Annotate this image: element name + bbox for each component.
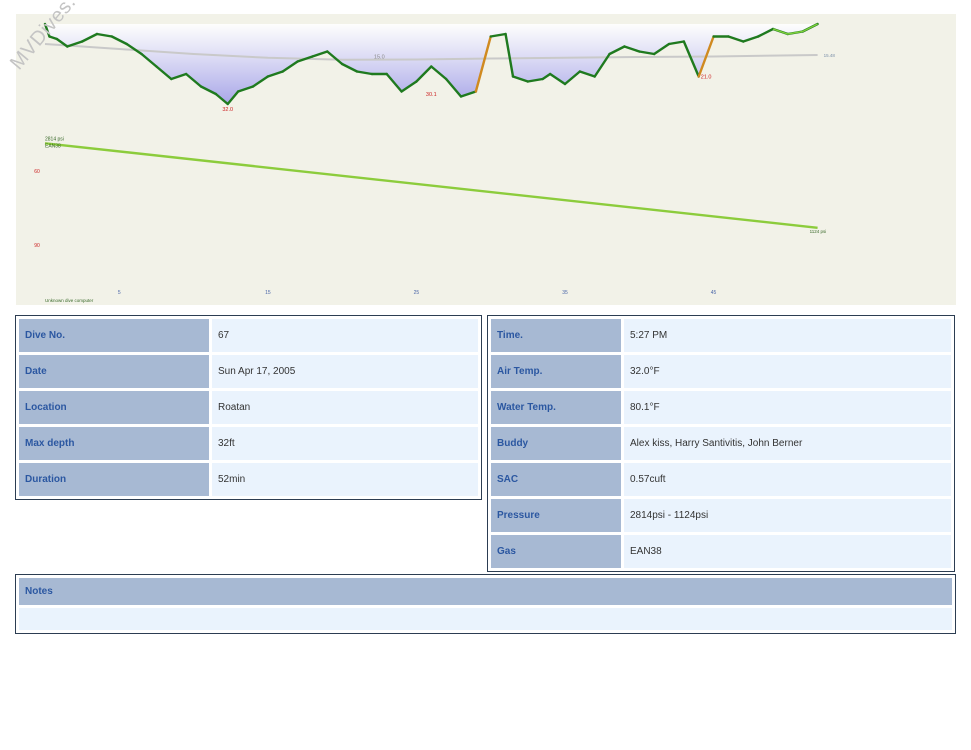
dive-conditions-value: 32.0°F bbox=[624, 355, 951, 388]
dive-info-value: 32ft bbox=[212, 427, 478, 460]
dive-info-value: Sun Apr 17, 2005 bbox=[212, 355, 478, 388]
dive-conditions-value: 0.57cuft bbox=[624, 463, 951, 496]
dive-profile-chart: 15.48 32.0 15.0 30.1 21.0 2814 psi EAN38 1124 p… bbox=[16, 14, 956, 305]
dive-conditions-label: Time. bbox=[491, 319, 621, 352]
notes-header-row: Notes bbox=[19, 578, 952, 605]
dive-info-value: Roatan bbox=[212, 391, 478, 424]
max-depth-label: 32.0 bbox=[222, 107, 233, 113]
dive-info-label: Max depth bbox=[19, 427, 209, 460]
x-tick-label: 25 bbox=[414, 290, 420, 296]
dive-conditions-row: Time. 5:27 PM bbox=[491, 319, 951, 352]
dive-info-row: Max depth 32ft bbox=[19, 427, 478, 460]
pressure-start-label: 2814 psi bbox=[45, 136, 64, 142]
dive-conditions-row: Buddy Alex kiss, Harry Santivitis, John B… bbox=[491, 427, 951, 460]
dive-info-row: Duration 52min bbox=[19, 463, 478, 496]
dive-profile-svg: 15.48 32.0 15.0 30.1 21.0 2814 psiEAN38 1124 p… bbox=[16, 14, 956, 305]
dive-conditions-row: Water Temp. 80.1°F bbox=[491, 391, 951, 424]
x-tick-label: 15 bbox=[265, 290, 271, 296]
dive-conditions-label: Pressure bbox=[491, 499, 621, 532]
dive-conditions-row: Pressure 2814psi - 1124psi bbox=[491, 499, 951, 532]
dive-conditions-value: 80.1°F bbox=[624, 391, 951, 424]
pressure-end-label: 1124 psi bbox=[810, 229, 827, 234]
dive-info-label: Location bbox=[19, 391, 209, 424]
dive-conditions-label: Gas bbox=[491, 535, 621, 568]
gas-label: EAN38 bbox=[45, 143, 61, 149]
dive-conditions-table: Time. 5:27 PM Air Temp. 32.0°F Water Temp. 80… bbox=[487, 315, 955, 572]
dive-conditions-value: 2814psi - 1124psi bbox=[624, 499, 951, 532]
dive-conditions-value: EAN38 bbox=[624, 535, 951, 568]
depth-mark-label: 30.1 bbox=[426, 92, 437, 98]
notes-content-row bbox=[19, 608, 952, 630]
dive-computer-label: Unknown dive computer bbox=[45, 298, 94, 303]
y-tick-label: 90 bbox=[34, 243, 40, 249]
dive-info-row: Dive No. 67 bbox=[19, 319, 478, 352]
dive-info-label: Duration bbox=[19, 463, 209, 496]
depth-mark-label: 15.0 bbox=[374, 55, 385, 61]
x-tick-label: 5 bbox=[118, 290, 121, 296]
dive-conditions-row: Air Temp. 32.0°F bbox=[491, 355, 951, 388]
dive-info-table: Dive No. 67 Date Sun Apr 17, 2005 Location Ro… bbox=[15, 315, 482, 500]
dive-conditions-label: Air Temp. bbox=[491, 355, 621, 388]
notes-label: Notes bbox=[19, 578, 952, 605]
dive-conditions-row: Gas EAN38 bbox=[491, 535, 951, 568]
dive-conditions-value: 5:27 PM bbox=[624, 319, 951, 352]
dive-info-value: 52min bbox=[212, 463, 478, 496]
x-tick-label: 45 bbox=[711, 290, 717, 296]
dive-conditions-label: Buddy bbox=[491, 427, 621, 460]
y-tick-label: 60 bbox=[34, 169, 40, 175]
dive-info-row: Location Roatan bbox=[19, 391, 478, 424]
depth-mark-label: 21.0 bbox=[701, 75, 712, 81]
notes-content bbox=[19, 608, 952, 630]
dive-conditions-value: Alex kiss, Harry Santivitis, John Berner bbox=[624, 427, 951, 460]
dive-info-label: Date bbox=[19, 355, 209, 388]
dive-conditions-label: Water Temp. bbox=[491, 391, 621, 424]
dive-conditions-label: SAC bbox=[491, 463, 621, 496]
notes-table: Notes bbox=[15, 574, 956, 634]
dive-info-row: Date Sun Apr 17, 2005 bbox=[19, 355, 478, 388]
x-tick-label: 35 bbox=[562, 290, 568, 296]
dive-conditions-row: SAC 0.57cuft bbox=[491, 463, 951, 496]
dive-info-label: Dive No. bbox=[19, 319, 209, 352]
dive-info-value: 67 bbox=[212, 319, 478, 352]
temperature-end-label: 15.48 bbox=[824, 53, 836, 58]
